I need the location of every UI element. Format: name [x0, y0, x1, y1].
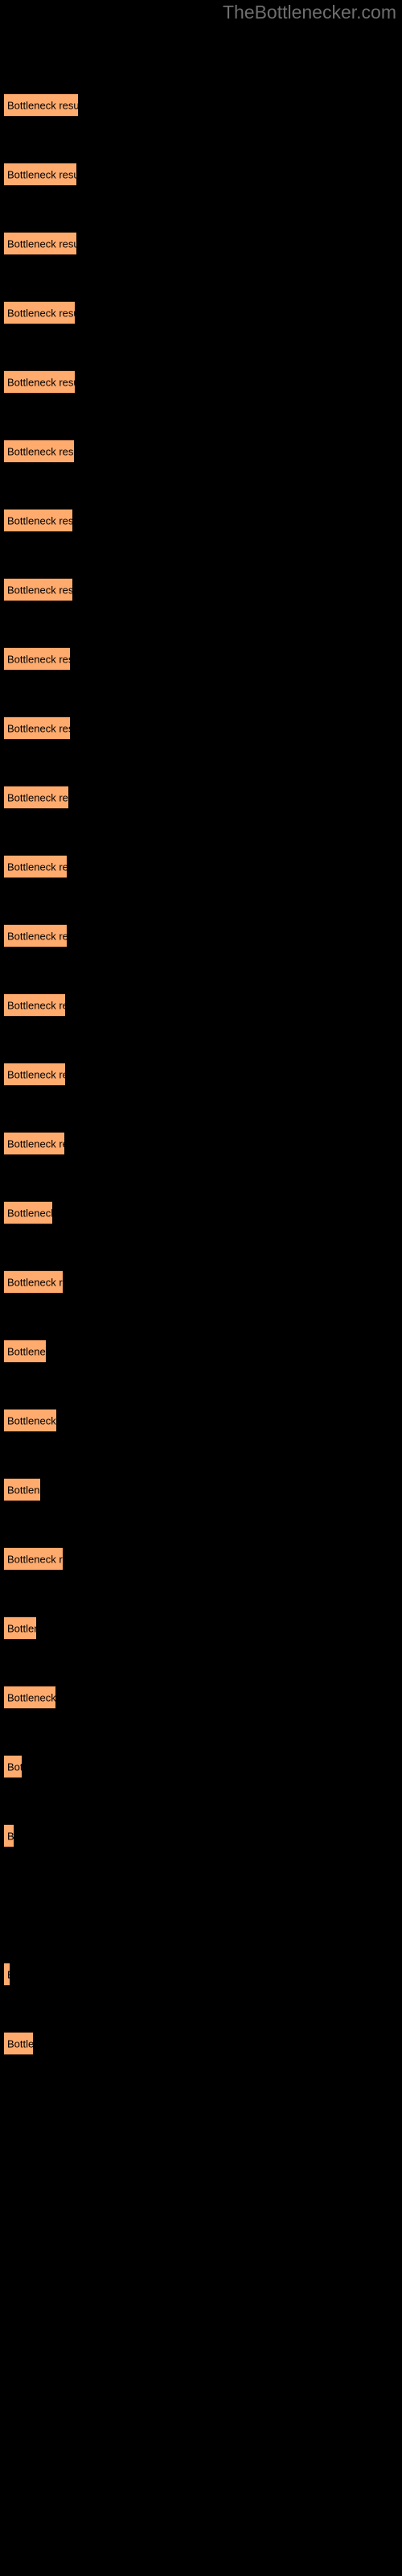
bar-label: Bottleneck result [7, 722, 70, 734]
bar[interactable]: Bottleneck result [4, 1132, 64, 1155]
bar[interactable]: Bottleneck result [4, 578, 72, 601]
bar[interactable]: Bottleneck result [4, 1409, 56, 1432]
bar[interactable]: Bottleneck result [4, 1270, 63, 1294]
bar-label: Bottleneck result [7, 1968, 10, 1980]
bar[interactable]: Bottleneck result [4, 647, 70, 671]
bar-label: Bottleneck result [7, 1345, 46, 1357]
bar-label: Bottleneck result [7, 514, 72, 526]
bar-label: Bottleneck result [7, 1276, 63, 1288]
bar[interactable]: Bottleneck result [4, 1478, 40, 1501]
bar-label: Bottleneck result [7, 653, 70, 665]
bar[interactable]: Bottleneck result [4, 163, 76, 186]
plot-area: Bottleneck result Bottleneck result Bottle… [0, 0, 402, 2576]
bar[interactable]: Bottleneck result [4, 370, 75, 394]
bar[interactable]: Bottleneck result [4, 1547, 63, 1571]
bottleneck-chart: TheBottlenecker.com Bottleneck result Bot… [0, 0, 402, 2576]
bar[interactable]: Bottleneck result [4, 1063, 65, 1086]
bar[interactable]: Bottleneck result [4, 1755, 22, 1778]
bar[interactable]: Bottleneck result [4, 1340, 46, 1363]
bar[interactable]: Bottleneck result [4, 93, 78, 117]
bar-label: Bottleneck result [7, 1068, 65, 1080]
bar-label: Bottleneck result [7, 2037, 33, 2050]
bar-label: Bottleneck result [7, 1207, 52, 1219]
bar-label: Bottleneck result [7, 584, 72, 596]
bar-label: Bottleneck result [7, 445, 74, 457]
bar-label: Bottleneck result [7, 307, 75, 319]
bar-label: Bottleneck result [7, 168, 76, 180]
bar[interactable]: Bottleneck result [4, 2032, 33, 2055]
bar[interactable]: Bottleneck result [4, 1824, 14, 1847]
bar-label: Bottleneck result [7, 930, 67, 942]
bar-label: Bottleneck result [7, 1622, 36, 1634]
bar-label: Bottleneck result [7, 1691, 55, 1703]
bar-label: Bottleneck result [7, 237, 76, 250]
bar-label: Bottleneck result [7, 1761, 22, 1773]
bar[interactable]: Bottleneck result [4, 232, 76, 255]
bar[interactable]: Bottleneck result [4, 924, 67, 947]
bar-label: Bottleneck result [7, 1484, 40, 1496]
bar[interactable]: Bottleneck result [4, 1616, 36, 1640]
bar-label: Bottleneck result [7, 1137, 64, 1150]
bar-label: Bottleneck result [7, 376, 75, 388]
bar[interactable]: Bottleneck result [4, 301, 75, 324]
bar[interactable]: Bottleneck result [4, 786, 68, 809]
bar[interactable]: Bottleneck result [4, 1201, 52, 1224]
bar-label: Bottleneck result [7, 1414, 56, 1426]
bar-label: Bottleneck result [7, 1553, 63, 1565]
bar[interactable]: Bottleneck result [4, 1963, 10, 1986]
bar[interactable]: Bottleneck result [4, 440, 74, 463]
bar[interactable]: Bottleneck result [4, 1686, 55, 1709]
bar[interactable]: Bottleneck result [4, 509, 72, 532]
bar-label: Bottleneck result [7, 999, 65, 1011]
bar-label: Bottleneck result [7, 1830, 14, 1842]
bar[interactable]: Bottleneck result [4, 855, 67, 878]
bar-label: Bottleneck result [7, 791, 68, 803]
bar-label: Bottleneck result [7, 861, 67, 873]
bar[interactable]: Bottleneck result [4, 993, 65, 1017]
bar-label: Bottleneck result [7, 99, 78, 111]
bar[interactable]: Bottleneck result [4, 716, 70, 740]
